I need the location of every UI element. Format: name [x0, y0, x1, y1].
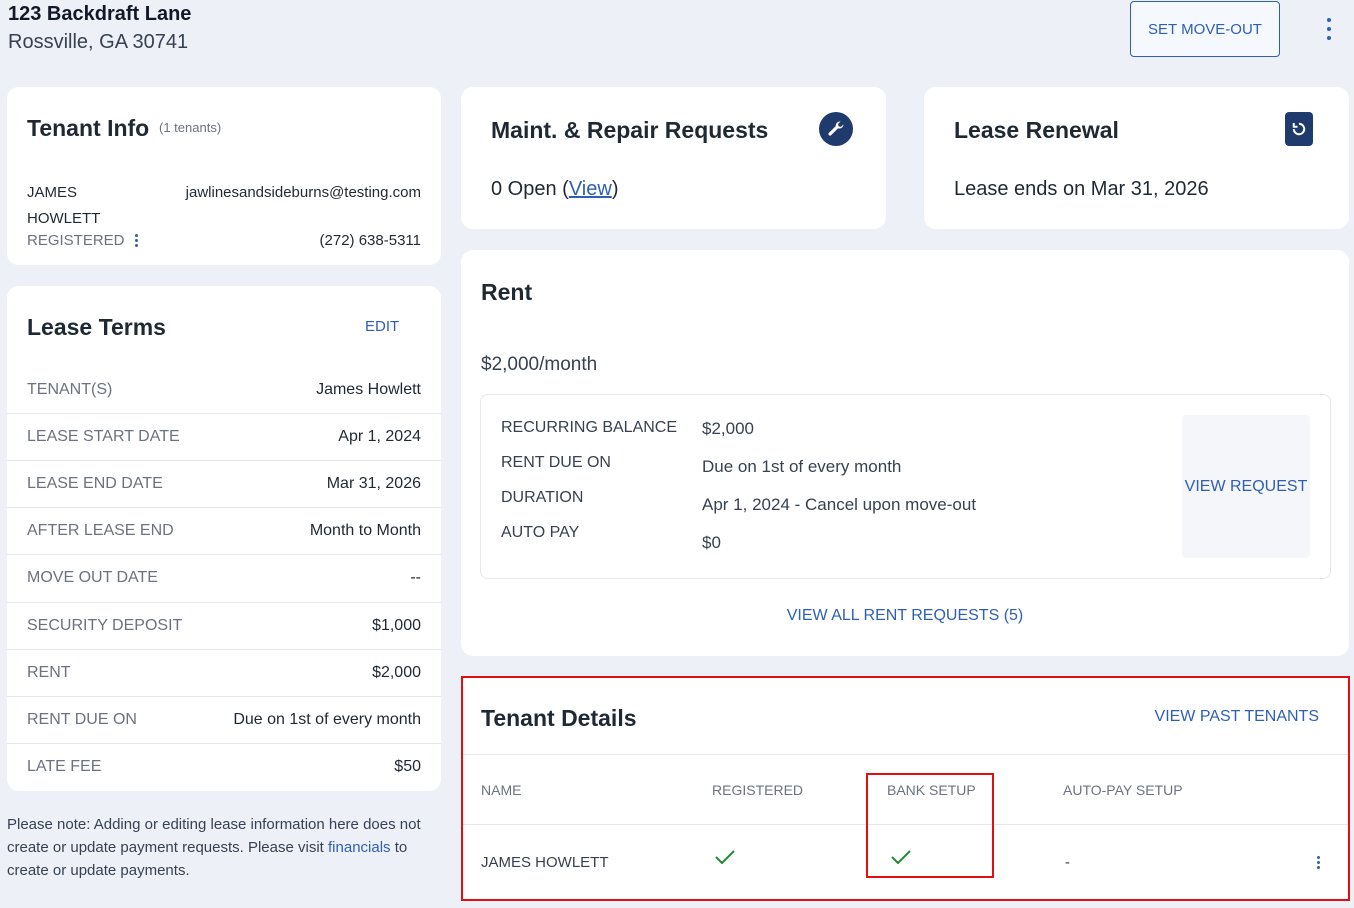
column-header-registered: REGISTERED [712, 782, 804, 798]
property-address-line2: Rossville, GA 30741 [8, 31, 189, 53]
lease-row-label: LEASE START DATE [27, 428, 180, 445]
tenant-row-name: JAMES HOWLETT [481, 854, 609, 871]
lease-terms-title: Lease Terms [27, 314, 166, 340]
rent-item-value: Apr 1, 2024 - Cancel upon move-out [702, 495, 977, 514]
lease-renewal-card: Lease Renewal Lease ends on Mar 31, 2026 [924, 87, 1349, 229]
lease-renewal-text: Lease ends on Mar 31, 2026 [954, 178, 1209, 200]
tenant-first-name: JAMES [27, 184, 78, 201]
lease-row-value: Due on 1st of every month [233, 711, 421, 728]
lease-row-label: TENANT(S) [27, 380, 113, 398]
rent-item-value: $2,000 [702, 419, 754, 438]
wrench-icon[interactable] [819, 112, 853, 146]
column-header-bank-setup: BANK SETUP [887, 782, 976, 798]
tenant-phone: (272) 638-5311 [319, 232, 421, 249]
lease-row-value: Mar 31, 2026 [326, 475, 421, 492]
lease-row-value: James Howlett [316, 380, 421, 398]
tenant-last-name: HOWLETT [27, 210, 101, 227]
rent-card: Rent $2,000/month RECURRING BALANCE RENT… [461, 250, 1349, 656]
more-vertical-icon[interactable] [1320, 18, 1338, 40]
check-icon [715, 850, 735, 864]
lease-row-value: $50 [394, 758, 421, 775]
lease-row-value: -- [410, 569, 421, 586]
tenant-details-title: Tenant Details [481, 705, 637, 731]
rent-item-label: AUTO PAY [501, 524, 580, 541]
rent-item-value: $0 [702, 533, 721, 552]
set-move-out-button[interactable]: SET MOVE-OUT [1130, 1, 1280, 57]
divider [461, 754, 1349, 755]
lease-row-rent-due: RENT DUE ON Due on 1st of every month [7, 696, 441, 743]
lease-row-value: Month to Month [309, 522, 421, 539]
view-request-button[interactable]: VIEW REQUEST [1182, 415, 1310, 558]
lease-row-security-deposit: SECURITY DEPOSIT $1,000 [7, 602, 441, 649]
view-maintenance-link[interactable]: View [569, 178, 612, 200]
property-address-line1: 123 Backdraft Lane [8, 3, 192, 25]
lease-row-label: RENT [27, 664, 71, 681]
lease-row-move-out: MOVE OUT DATE -- [7, 554, 441, 601]
lease-row-label: RENT DUE ON [27, 711, 137, 728]
view-past-tenants-link[interactable]: VIEW PAST TENANTS [1155, 708, 1319, 726]
tenant-row-auto-pay: - [1065, 854, 1070, 871]
view-all-rent-requests-link[interactable]: VIEW ALL RENT REQUESTS (5) [461, 607, 1349, 625]
tenant-info-card: Tenant Info (1 tenants) JAMES HOWLETT ja… [7, 87, 441, 265]
edit-lease-button[interactable]: EDIT [365, 318, 399, 335]
tenant-info-title: Tenant Info [27, 115, 150, 141]
rent-item-label: DURATION [501, 489, 584, 506]
tenant-status: REGISTERED [27, 232, 138, 249]
maintenance-status: 0 Open (View) [491, 178, 619, 201]
lease-row-rent: RENT $2,000 [7, 649, 441, 696]
lease-row-label: AFTER LEASE END [27, 522, 174, 539]
row-more-icon[interactable] [1317, 856, 1320, 869]
rent-item-label: RENT DUE ON [501, 454, 611, 471]
column-header-name: NAME [481, 782, 522, 798]
maintenance-close-paren: ) [611, 178, 619, 200]
check-icon [891, 850, 911, 864]
lease-row-after-end: AFTER LEASE END Month to Month [7, 507, 441, 554]
lease-row-end-date: LEASE END DATE Mar 31, 2026 [7, 460, 441, 507]
lease-row-label: LEASE END DATE [27, 475, 163, 492]
divider [461, 824, 1349, 825]
lease-row-value: Apr 1, 2024 [338, 428, 421, 445]
renew-document-icon[interactable] [1285, 112, 1313, 146]
maintenance-card: Maint. & Repair Requests 0 Open (View) [461, 87, 886, 229]
tenant-status-label: REGISTERED [27, 232, 125, 249]
tenant-email: jawlinesandsideburns@testing.com [185, 184, 421, 201]
maintenance-title: Maint. & Repair Requests [491, 117, 769, 143]
lease-row-value: $1,000 [372, 617, 421, 634]
rent-amount: $2,000/month [481, 354, 598, 375]
tenant-count: (1 tenants) [159, 120, 222, 135]
lease-renewal-title: Lease Renewal [954, 117, 1119, 143]
column-header-auto-pay: AUTO-PAY SETUP [1063, 782, 1183, 798]
lease-row-label: SECURITY DEPOSIT [27, 617, 183, 634]
tenant-details-card: Tenant Details VIEW PAST TENANTS NAME RE… [461, 676, 1349, 900]
lease-row-late-fee: LATE FEE $50 [7, 743, 441, 790]
rent-title: Rent [481, 279, 533, 305]
lease-row-tenants: TENANT(S) James Howlett [7, 366, 441, 413]
lease-terms-card: Lease Terms EDIT TENANT(S) James Howlett… [7, 286, 441, 791]
rent-item-value: Due on 1st of every month [702, 457, 902, 476]
financials-link[interactable]: financials [328, 839, 391, 856]
maintenance-open-count: 0 Open ( [491, 178, 569, 200]
rent-request-box: RECURRING BALANCE RENT DUE ON DURATION A… [480, 394, 1331, 579]
lease-row-value: $2,000 [372, 664, 421, 681]
tenant-name: JAMES HOWLETT [27, 180, 100, 232]
lease-row-label: LATE FEE [27, 758, 102, 775]
lease-note: Please note: Adding or editing lease inf… [7, 813, 447, 882]
tenant-more-icon[interactable] [134, 234, 138, 247]
lease-row-start-date: LEASE START DATE Apr 1, 2024 [7, 413, 441, 460]
rent-item-label: RECURRING BALANCE [501, 419, 678, 436]
lease-row-label: MOVE OUT DATE [27, 569, 158, 586]
